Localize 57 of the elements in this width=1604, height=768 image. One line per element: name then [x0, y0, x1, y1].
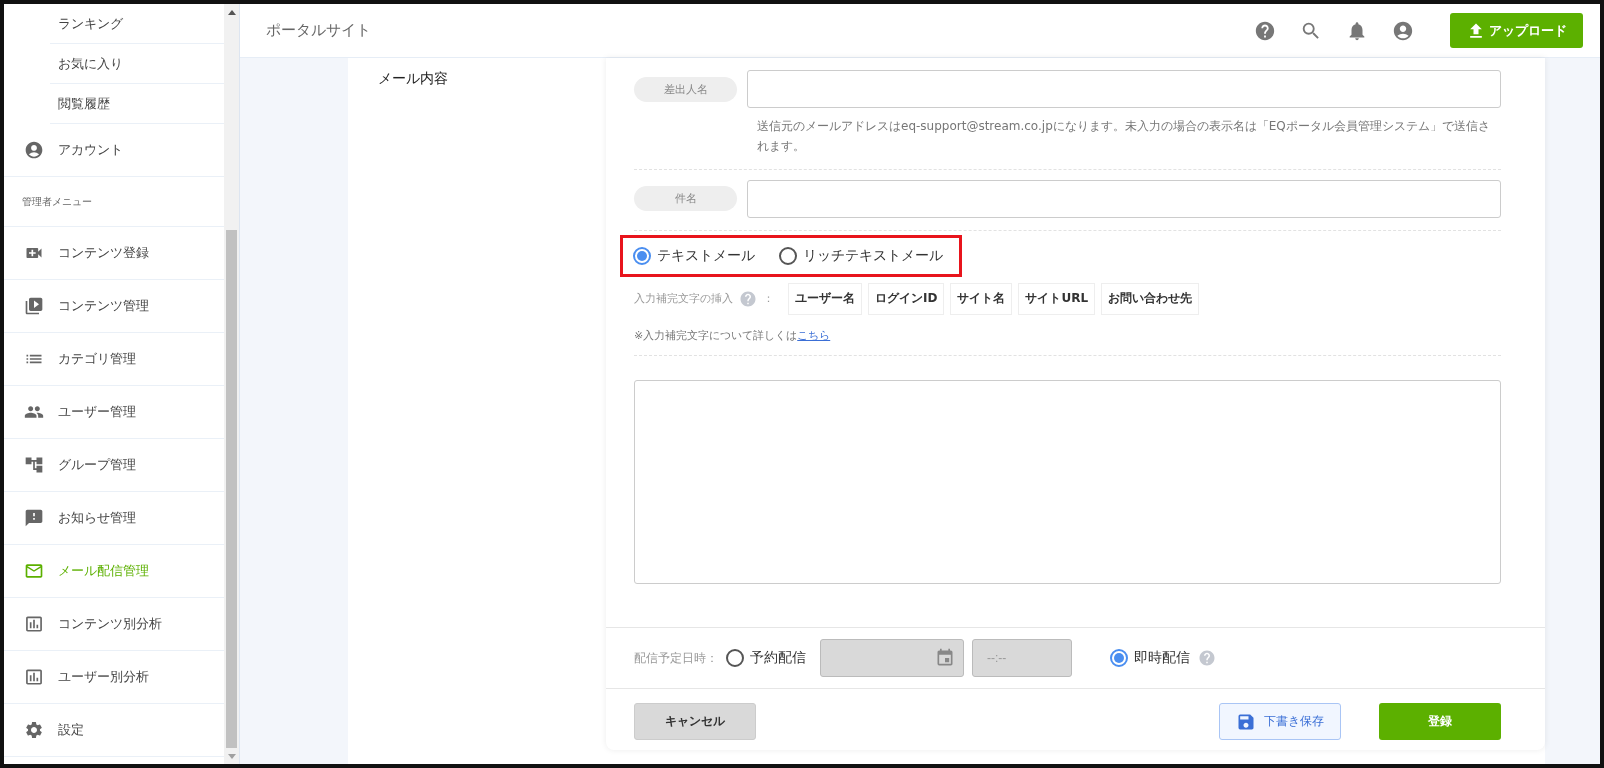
radio-label: テキストメール [657, 246, 755, 265]
sidebar-item-label: コンテンツ別分析 [58, 615, 162, 633]
sidebar-item-label: ユーザー別分析 [58, 668, 149, 686]
account-icon[interactable] [1392, 19, 1414, 42]
separator: ： [763, 291, 774, 307]
radio-icon[interactable] [633, 246, 651, 265]
radio-option[interactable]: 予約配信 [726, 649, 806, 667]
scrollbar[interactable] [224, 4, 240, 764]
sidebar-item-label: アカウント [58, 141, 123, 159]
video-library-icon [24, 296, 44, 316]
sidebar-item-label: グループ管理 [58, 456, 136, 474]
section-label: メール内容 [378, 69, 449, 88]
insert-tag[interactable]: お問い合わせ先 [1101, 282, 1200, 315]
settings-icon [24, 720, 44, 740]
site-title: ポータルサイト [266, 21, 372, 40]
message-body-field[interactable] [634, 379, 1501, 584]
date-field[interactable] [820, 639, 964, 677]
scrollbar-thumb[interactable] [226, 230, 237, 748]
help-icon[interactable] [1254, 19, 1276, 42]
hierarchy-icon [24, 455, 44, 475]
sidebar-item-label: カテゴリ管理 [58, 350, 136, 368]
sidebar-item-label: コンテンツ登録 [58, 244, 149, 262]
insert-tag[interactable]: サイトURL [1018, 282, 1096, 315]
calendar-icon[interactable] [935, 648, 955, 668]
sidebar-item-label: ユーザー管理 [58, 403, 136, 421]
bar-chart-icon [24, 667, 44, 687]
insert-tag[interactable]: ユーザー名 [788, 282, 862, 315]
cancel-button[interactable]: キャンセル [634, 703, 756, 740]
radio-icon[interactable] [779, 246, 797, 265]
field-label: 件名 [634, 186, 737, 212]
insert-tag[interactable]: ログインID [868, 282, 945, 315]
sender-name-field[interactable] [747, 70, 1501, 108]
sender-hint-text: 送信元のメールアドレスはeq-support@stream.co.jpになります。未入力の場合の表示名は「EQポータル会員管理システム」で送信されます。 [757, 118, 1491, 156]
sidebar-item-label: お知らせ管理 [58, 509, 136, 527]
account-icon [24, 140, 44, 160]
insert-tag[interactable]: サイト名 [950, 282, 1013, 315]
insert-label: 入力補完文字の挿入 [634, 291, 733, 307]
scroll-down-icon[interactable] [228, 754, 236, 759]
save-draft-button[interactable]: 下書き保存 [1219, 703, 1341, 740]
radio-label: 即時配信 [1134, 649, 1190, 667]
sidebar-item-label: メール配信管理 [58, 562, 149, 580]
radio-icon[interactable] [726, 649, 744, 667]
details-link[interactable]: こちら [797, 328, 831, 342]
radio-label: 予約配信 [750, 649, 806, 667]
message-icon [24, 508, 44, 528]
radio-option[interactable]: テキストメール [633, 246, 755, 265]
field-label: 差出人名 [634, 76, 737, 102]
time-field[interactable]: --:-- [972, 639, 1072, 677]
note-text: ※入力補完文字について詳しくはこちら [634, 327, 832, 343]
schedule-label: 配信予定日時： [634, 649, 718, 667]
bar-chart-icon [24, 614, 44, 634]
radio-icon[interactable] [1110, 649, 1128, 667]
mail-icon [24, 561, 44, 581]
radio-option[interactable]: 即時配信 [1110, 649, 1190, 667]
sidebar-item-label: 設定 [58, 721, 84, 739]
sidebar-item-label: コンテンツ管理 [58, 297, 149, 315]
subject-field[interactable] [747, 179, 1501, 218]
